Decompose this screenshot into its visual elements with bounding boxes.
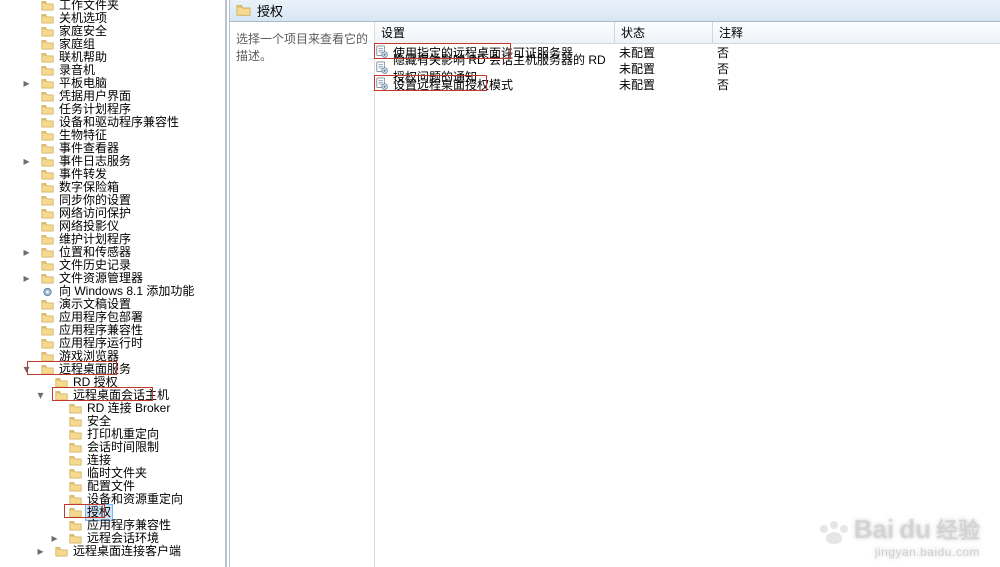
right-body: 选择一个项目来查看它的描述。 设置 状态 注释 使用指定的远程桌面许可证服务器未… [230, 22, 1000, 567]
folder-icon [41, 104, 54, 116]
tree-item-label: 远程桌面连接客户端 [72, 544, 182, 559]
folder-icon [41, 221, 54, 233]
chevron-right-icon[interactable]: ▸ [21, 273, 32, 284]
folder-icon [41, 117, 54, 129]
gear-icon [41, 286, 54, 298]
folder-icon [41, 143, 54, 155]
policy-status: 未配置 [615, 76, 713, 92]
folder-icon [41, 13, 54, 25]
app-root: ▸工作文件夹▸关机选项▸家庭安全▸家庭组▸联机帮助▸录音机▸平板电脑▸凭据用户界… [0, 0, 1000, 567]
folder-icon [41, 39, 54, 51]
tree-scroll: ▸工作文件夹▸关机选项▸家庭安全▸家庭组▸联机帮助▸录音机▸平板电脑▸凭据用户界… [0, 1, 225, 567]
chevron-down-icon[interactable]: ▾ [21, 364, 32, 375]
paw-icon [820, 521, 848, 545]
policy-name: 设置远程桌面授权模式 [393, 76, 513, 93]
folder-icon [69, 429, 82, 441]
policy-comment: 否 [713, 76, 1000, 92]
folder-icon [41, 208, 54, 220]
wm-url: jingyan.baidu.com [875, 545, 980, 559]
chevron-right-icon[interactable]: ▸ [21, 78, 32, 89]
tree-item[interactable]: ▸ 远程桌面连接客户端 [0, 544, 225, 559]
folder-icon [69, 481, 82, 493]
folder-icon [69, 442, 82, 454]
policy-icon [375, 77, 389, 91]
description-column: 选择一个项目来查看它的描述。 [230, 22, 375, 567]
folder-icon [69, 533, 82, 545]
chevron-right-icon[interactable]: ▸ [21, 247, 32, 258]
chevron-right-icon[interactable]: ▸ [35, 546, 46, 557]
folder-icon [41, 52, 54, 64]
policy-row[interactable]: 设置远程桌面授权模式 未配置否 [375, 76, 1000, 92]
policy-name-cell: 隐藏有关影响 RD 会话主机服务器的 RD 授权问题的通知 [375, 60, 615, 76]
folder-icon [41, 351, 54, 363]
list-header: 设置 状态 注释 [375, 22, 1000, 44]
folder-icon [41, 195, 54, 207]
description-text: 选择一个项目来查看它的描述。 [236, 32, 368, 63]
policy-name-cell: 设置远程桌面授权模式 [375, 76, 615, 92]
col-status[interactable]: 状态 [615, 22, 713, 43]
col-comment[interactable]: 注释 [713, 22, 1000, 43]
folder-icon [69, 494, 82, 506]
folder-icon [69, 455, 82, 467]
folder-icon [55, 390, 68, 402]
wm-brand2: du [898, 514, 932, 545]
folder-icon [41, 156, 54, 168]
folder-icon [41, 299, 54, 311]
list-rows: 使用指定的远程桌面许可证服务器未配置否隐藏有关影响 RD 会话主机服务器的 RD… [375, 44, 1000, 92]
watermark: Baidu 经验 jingyan.baidu.com [820, 513, 980, 559]
folder-icon [55, 546, 68, 558]
folder-icon [69, 403, 82, 415]
folder-icon [41, 65, 54, 77]
folder-icon [41, 338, 54, 350]
folder-icon [41, 78, 54, 90]
folder-icon [41, 26, 54, 38]
folder-icon [69, 416, 82, 428]
chevron-right-icon[interactable]: ▸ [49, 533, 60, 544]
right-pane: 授权 选择一个项目来查看它的描述。 设置 状态 注释 使用指定的远程桌面许可证服… [230, 0, 1000, 567]
policy-comment: 否 [713, 44, 1000, 60]
policy-icon [375, 45, 389, 59]
policy-status: 未配置 [615, 60, 713, 76]
list-column: 设置 状态 注释 使用指定的远程桌面许可证服务器未配置否隐藏有关影响 RD 会话… [375, 22, 1000, 567]
folder-icon [41, 169, 54, 181]
chevron-right-icon[interactable]: ▸ [21, 156, 32, 167]
tree-pane: ▸工作文件夹▸关机选项▸家庭安全▸家庭组▸联机帮助▸录音机▸平板电脑▸凭据用户界… [0, 0, 226, 567]
folder-icon [41, 247, 54, 259]
folder-icon [41, 91, 54, 103]
folder-icon [41, 325, 54, 337]
folder-icon [41, 0, 54, 12]
folder-icon [41, 312, 54, 324]
folder-icon [41, 364, 54, 376]
policy-status: 未配置 [615, 44, 713, 60]
wm-brand1: Bai [854, 514, 894, 545]
col-setting[interactable]: 设置 [375, 22, 615, 43]
folder-icon [41, 234, 54, 246]
right-header-title: 授权 [257, 1, 283, 20]
folder-icon [69, 507, 82, 519]
folder-icon [41, 182, 54, 194]
folder-icon [41, 260, 54, 272]
wm-cn: 经验 [936, 513, 980, 545]
folder-icon [69, 520, 82, 532]
policy-icon [375, 61, 389, 75]
chevron-down-icon[interactable]: ▾ [35, 390, 46, 401]
folder-icon [55, 377, 68, 389]
policy-comment: 否 [713, 60, 1000, 76]
folder-icon [41, 273, 54, 285]
policy-row[interactable]: 隐藏有关影响 RD 会话主机服务器的 RD 授权问题的通知未配置否 [375, 60, 1000, 76]
folder-icon [69, 468, 82, 480]
folder-icon [41, 130, 54, 142]
folder-icon [236, 4, 251, 17]
right-header: 授权 [230, 0, 1000, 22]
